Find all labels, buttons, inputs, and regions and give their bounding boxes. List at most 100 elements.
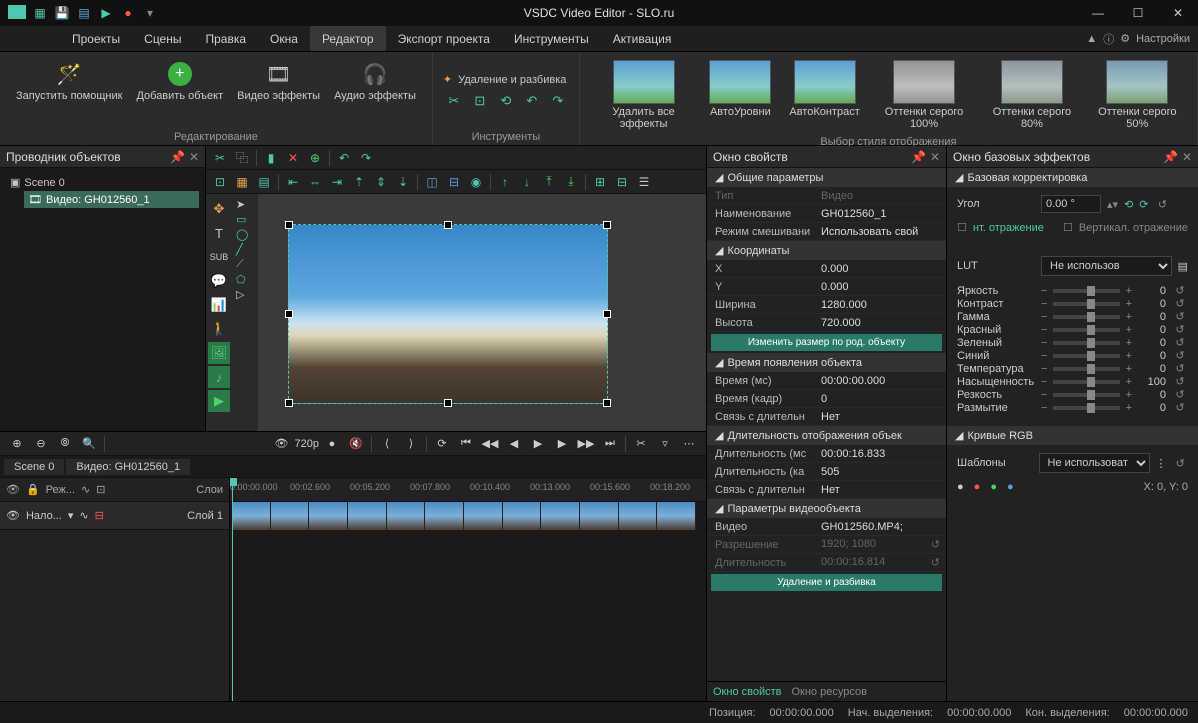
wizard-button[interactable]: 🪄Запустить помощник [10,56,128,129]
trim-icon[interactable]: ⟲ [495,90,517,112]
fx-close-icon[interactable]: ✕ [1182,150,1192,164]
tl-play-icon[interactable]: ▶ [527,434,549,454]
style-autocontrast[interactable]: АвтоКонтраст [783,56,865,134]
tl-zoom-icon[interactable]: 🔍 [78,434,100,454]
audio-effects-button[interactable]: 🎧Аудио эффекты [328,56,422,129]
vflip-checkbox[interactable]: Вертикал. отражение [1079,222,1188,234]
tl-step-fwd-icon[interactable]: ▶ [551,434,573,454]
angle-reset-icon[interactable]: ↺ [1154,198,1170,211]
pointer-tool-icon[interactable]: ➤ [236,198,256,211]
menu-editor[interactable]: Редактор [310,26,386,51]
person-tool-icon[interactable]: 🚶 [208,318,230,340]
angle-input[interactable] [1041,195,1101,213]
lut-browse-icon[interactable]: ▤ [1178,260,1188,273]
reset-1-icon[interactable]: ↺ [1172,297,1188,310]
align-b-icon[interactable]: ⇣ [393,172,413,192]
menu-projects[interactable]: Проекты [60,26,132,51]
fx-pin-icon[interactable]: 📌 [1163,150,1178,164]
reset-7-icon[interactable]: ↺ [1172,375,1188,388]
ungroup-icon[interactable]: ⊟ [612,172,632,192]
subtitle-tool-icon[interactable]: SUB [208,246,230,268]
delete-icon[interactable]: ✕ [283,148,303,168]
select-all-icon[interactable]: ⊡ [210,172,230,192]
align-c-icon[interactable]: ⇔ [305,172,325,192]
qa-new-icon[interactable]: ▦ [32,5,48,21]
timeline-tracks[interactable]: 0:00:00.00000:02.60000:05.20000:07.80000… [230,478,706,701]
tree-video-item[interactable]: 🎞Видео: GH012560_1 [24,191,199,208]
slider-1[interactable] [1053,302,1119,306]
paste-icon[interactable]: ▮ [261,148,281,168]
reset-3-icon[interactable]: ↺ [1172,323,1188,336]
tl-go-start-icon[interactable]: ⏮ [455,434,477,454]
tl-prev-icon[interactable]: ◀◀ [479,434,501,454]
settings-label[interactable]: Настройки [1136,33,1190,45]
playhead[interactable] [232,478,233,701]
shape-tool-icon[interactable]: ⬠ [236,273,256,286]
style-gray80[interactable]: Оттенки серого 80% [982,56,1081,134]
section-video[interactable]: ◢ Параметры видеообъекта [707,499,946,518]
tl-tab-video[interactable]: Видео: GH012560_1 [66,459,190,475]
bottom-icon[interactable]: ⤓ [561,172,581,192]
section-appear[interactable]: ◢ Время появления объекта [707,353,946,372]
slider-3[interactable] [1053,328,1119,332]
select-icon[interactable]: ▦ [232,172,252,192]
pin-icon[interactable]: 📌 [170,150,185,164]
add-object-button[interactable]: +Добавить объект [130,56,229,129]
slider-6[interactable] [1053,367,1119,371]
style-gray100[interactable]: Оттенки серого 100% [872,56,977,134]
tl-step-back-icon[interactable]: ◀ [503,434,525,454]
align-r-icon[interactable]: ⇥ [327,172,347,192]
align-m-icon[interactable]: ⇕ [371,172,391,192]
tl-go-end-icon[interactable]: ⏭ [599,434,621,454]
section-duration[interactable]: ◢ Длительность отображения объек [707,426,946,445]
col-lock-icon[interactable]: 🔒 [26,483,40,496]
qa-play-icon[interactable]: ▶ [98,5,114,21]
slider-5[interactable] [1053,354,1119,358]
crop-icon[interactable]: ⊡ [469,90,491,112]
style-remove-all[interactable]: Удалить все эффекты [590,56,698,134]
tl-loop-icon[interactable]: ⟳ [431,434,453,454]
reset-res-icon[interactable]: ↺ [931,538,940,551]
qa-dropdown-icon[interactable]: ▾ [142,5,158,21]
reset-5-icon[interactable]: ↺ [1172,349,1188,362]
slider-7[interactable] [1053,380,1119,384]
props-tab-2[interactable]: Окно ресурсов [791,686,866,698]
menu-windows[interactable]: Окна [258,26,310,51]
tl-remove-icon[interactable]: ⊖ [30,434,52,454]
layers-icon[interactable]: ☰ [634,172,654,192]
ellipse-tool-icon[interactable]: ◯ [236,228,256,241]
rotate-l-icon[interactable]: ↶ [521,90,543,112]
tl-add-icon[interactable]: ⊕ [6,434,28,454]
dist-v-icon[interactable]: ⊟ [444,172,464,192]
help-icon[interactable]: ▲ [1086,33,1097,45]
style-gray50[interactable]: Оттенки серого 50% [1088,56,1187,134]
line-tool-icon[interactable]: ╱ [236,243,256,256]
cut-icon[interactable]: ✂ [443,90,465,112]
rotate-cw-icon[interactable]: ⟳ [1139,198,1148,211]
menu-tools[interactable]: Инструменты [502,26,601,51]
align-t-icon[interactable]: ⇡ [349,172,369,192]
info-icon[interactable]: ⓘ [1103,31,1114,47]
tl-next-icon[interactable]: ▶▶ [575,434,597,454]
lut-dropdown[interactable]: Не использов [1041,256,1172,276]
menu-edit[interactable]: Правка [194,26,259,51]
cut-split-button[interactable]: Удаление и разбивка [711,574,942,591]
align-l-icon[interactable]: ⇤ [283,172,303,192]
hflip-checkbox[interactable]: нт. отражение [973,222,1044,234]
tl-options-icon[interactable]: ⋯ [678,434,700,454]
slider-9[interactable] [1053,406,1119,410]
audio-tool-icon[interactable]: ♪ [208,366,230,388]
slider-0[interactable] [1053,289,1119,293]
col-eye-icon[interactable]: 👁 [6,483,20,496]
video-effects-button[interactable]: 🎞Видео эффекты [231,56,326,129]
props-close-icon[interactable]: ✕ [930,150,940,164]
tl-split-icon[interactable]: ✂ [630,434,652,454]
templates-reset-icon[interactable]: ↺ [1173,457,1188,470]
resize-to-parent-button[interactable]: Изменить размер по род. объекту [711,334,942,351]
reset-9-icon[interactable]: ↺ [1172,401,1188,414]
reset-0-icon[interactable]: ↺ [1172,284,1188,297]
props-tab-1[interactable]: Окно свойств [713,686,781,698]
qa-doc-icon[interactable]: ▤ [76,5,92,21]
tl-mark-out-icon[interactable]: ⟩ [400,434,422,454]
minimize-button[interactable]: — [1078,0,1118,26]
